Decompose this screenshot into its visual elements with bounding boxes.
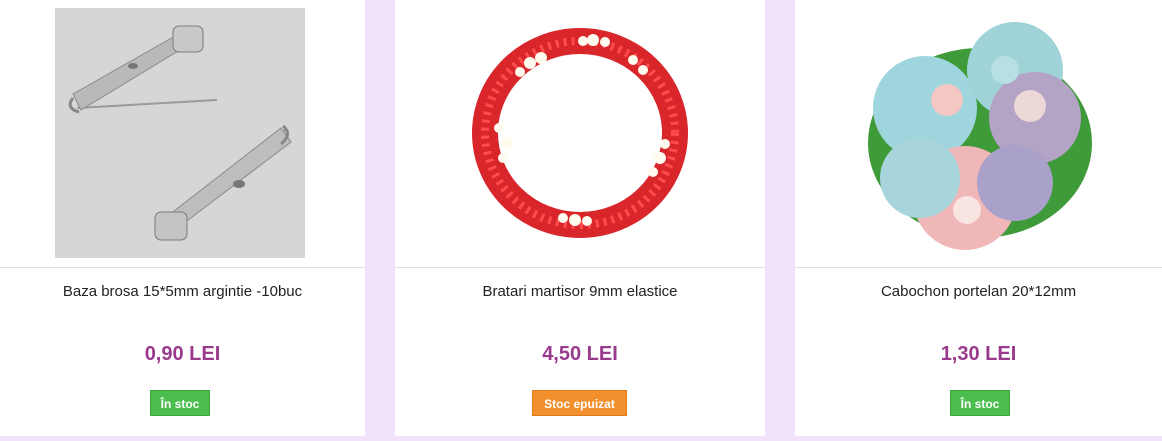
product-price: 0,90 LEI bbox=[144, 343, 221, 365]
stock-badge: Stoc epuizat bbox=[532, 390, 627, 416]
product-name[interactable]: Baza brosa 15*5mm argintie -10buc bbox=[0, 283, 365, 300]
product-name[interactable]: Cabochon portelan 20*12mm bbox=[795, 283, 1162, 300]
product-card[interactable]: Baza brosa 15*5mm argintie -10buc 0,90 L… bbox=[0, 0, 365, 436]
product-image-area[interactable] bbox=[395, 0, 765, 268]
product-card[interactable]: Cabochon portelan 20*12mm 1,30 LEI În st… bbox=[795, 0, 1162, 436]
stock-badge: În stoc bbox=[950, 390, 1010, 416]
product-name[interactable]: Bratari martisor 9mm elastice bbox=[395, 283, 765, 300]
product-image-area[interactable] bbox=[0, 0, 365, 268]
product-price: 1,30 LEI bbox=[940, 343, 1017, 365]
porcelain-roses-cabochon-image[interactable] bbox=[855, 8, 1105, 258]
stock-badge: În stoc bbox=[150, 390, 210, 416]
brooch-pin-image[interactable] bbox=[55, 8, 305, 258]
product-image-area[interactable] bbox=[795, 0, 1162, 268]
product-card[interactable]: Bratari martisor 9mm elastice 4,50 LEI S… bbox=[395, 0, 765, 436]
beaded-bracelet-image[interactable] bbox=[455, 8, 705, 258]
product-price: 4,50 LEI bbox=[542, 343, 618, 365]
